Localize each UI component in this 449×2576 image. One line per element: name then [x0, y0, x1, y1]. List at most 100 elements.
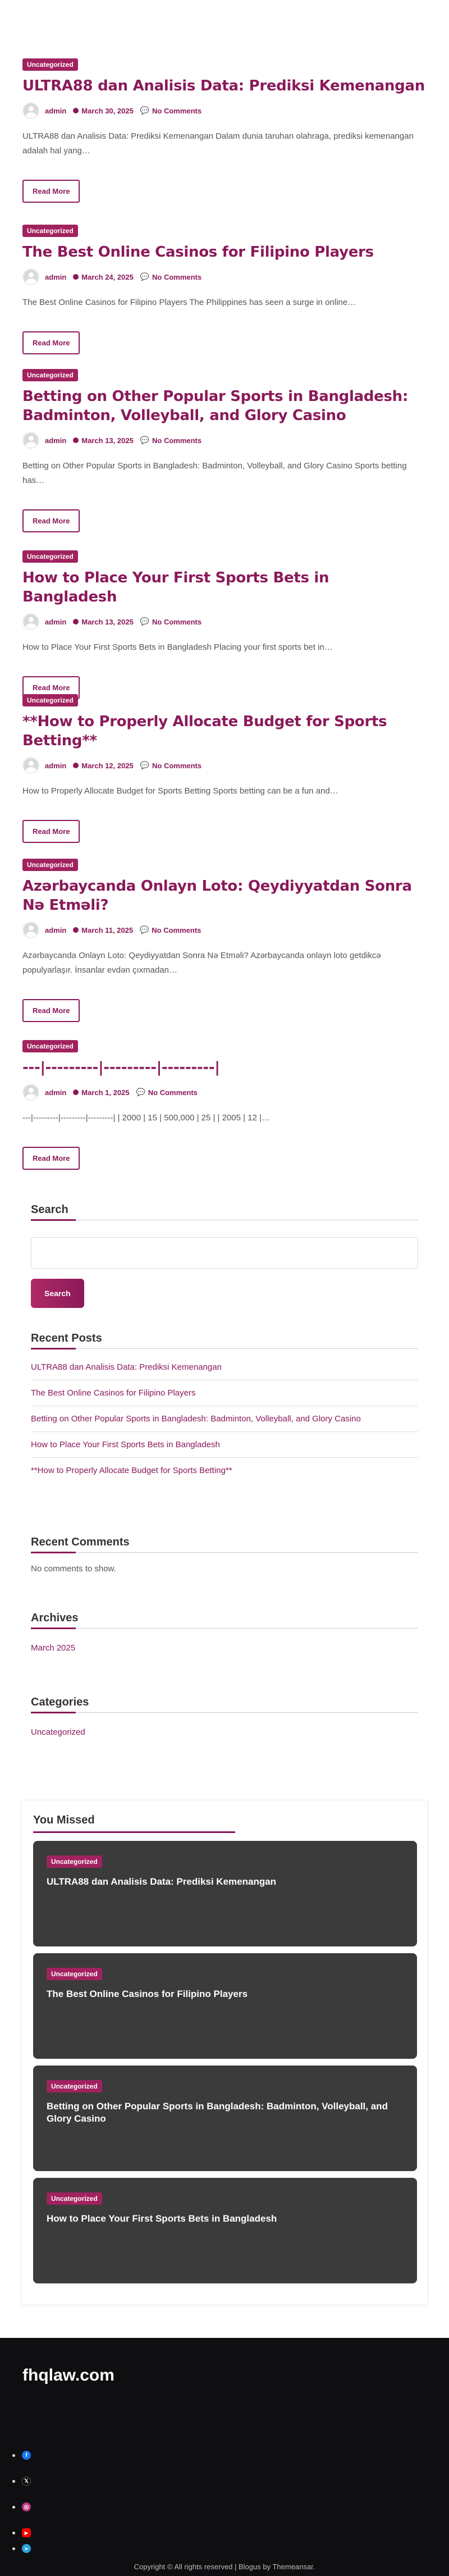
card-title[interactable]: ULTRA88 dan Analisis Data: Prediksi Keme…: [47, 1876, 404, 1888]
avatar[interactable]: [22, 432, 39, 449]
bullet: [12, 2479, 15, 2483]
youtube-icon[interactable]: ▶: [22, 2528, 31, 2537]
post-excerpt: ---|---------|---------|---------| | 200…: [22, 1113, 270, 1123]
post-date[interactable]: March 13, 2025: [81, 436, 134, 445]
search-button[interactable]: Search: [31, 1279, 84, 1308]
social-item[interactable]: 𝕏: [12, 2473, 35, 2490]
social-item[interactable]: ▶: [12, 2524, 35, 2541]
post-title[interactable]: Azərbaycanda Onlayn Loto: Qeydiyyatdan S…: [22, 877, 427, 915]
category-badge[interactable]: Uncategorized: [22, 58, 78, 71]
category-badge[interactable]: Uncategorized: [22, 550, 78, 563]
author-link[interactable]: admin: [45, 618, 66, 626]
comments-link[interactable]: No Comments: [152, 273, 201, 281]
category-badge[interactable]: Uncategorized: [47, 1968, 102, 1980]
recent-post-link[interactable]: Betting on Other Popular Sports in Bangl…: [31, 1406, 418, 1432]
card-title[interactable]: Betting on Other Popular Sports in Bangl…: [47, 2100, 404, 2125]
comments-link[interactable]: No Comments: [152, 926, 201, 934]
search-input[interactable]: [31, 1237, 418, 1269]
recent-post-link[interactable]: The Best Online Casinos for Filipino Pla…: [31, 1380, 418, 1406]
comments-link[interactable]: No Comments: [152, 762, 201, 770]
social-item[interactable]: ◎: [12, 2499, 35, 2515]
category-badge[interactable]: Uncategorized: [22, 1040, 78, 1052]
clock-icon: [73, 927, 79, 933]
comments-icon: 💬: [136, 1088, 145, 1096]
post-date[interactable]: March 1, 2025: [81, 1088, 129, 1097]
missed-card[interactable]: Uncategorized Betting on Other Popular S…: [33, 2066, 417, 2171]
author-link[interactable]: admin: [45, 107, 66, 115]
missed-card[interactable]: Uncategorized ULTRA88 dan Analisis Data:…: [33, 1841, 417, 1946]
facebook-icon[interactable]: f: [22, 2451, 31, 2460]
avatar[interactable]: [22, 268, 39, 285]
comments-link[interactable]: No Comments: [152, 618, 201, 626]
comments-icon: 💬: [140, 925, 149, 934]
post: Uncategorized How to Place Your First Sp…: [22, 550, 427, 699]
post: Uncategorized Azərbaycanda Onlayn Loto: …: [22, 859, 427, 1022]
post-meta: admin March 1, 2025 💬 No Comments: [22, 1084, 427, 1101]
card-title[interactable]: The Best Online Casinos for Filipino Pla…: [47, 1988, 404, 2000]
instagram-icon[interactable]: ◎: [22, 2502, 31, 2511]
comments-icon: 💬: [140, 106, 149, 115]
author-link[interactable]: admin: [45, 273, 66, 281]
category-badge[interactable]: Uncategorized: [22, 369, 78, 381]
avatar[interactable]: [22, 757, 39, 774]
post-date[interactable]: March 12, 2025: [81, 762, 134, 770]
recent-post-link[interactable]: How to Place Your First Sports Bets in B…: [31, 1432, 418, 1458]
post-date[interactable]: March 11, 2025: [81, 926, 133, 934]
author-link[interactable]: admin: [45, 436, 66, 445]
post-date[interactable]: March 13, 2025: [81, 618, 134, 626]
avatar[interactable]: [22, 102, 39, 119]
post-date[interactable]: March 24, 2025: [81, 273, 134, 281]
category-badge[interactable]: Uncategorized: [22, 694, 78, 706]
comments-link[interactable]: No Comments: [152, 436, 201, 445]
read-more-button[interactable]: Read More: [22, 820, 80, 843]
bullet: [12, 2531, 15, 2534]
post-date[interactable]: March 30, 2025: [81, 107, 134, 115]
avatar[interactable]: [22, 613, 39, 630]
site-name[interactable]: fhqlaw.com: [22, 2366, 114, 2385]
post-meta: admin March 24, 2025 💬 No Comments: [22, 268, 427, 285]
post-excerpt: The Best Online Casinos for Filipino Pla…: [22, 298, 356, 307]
read-more-button[interactable]: Read More: [22, 1147, 80, 1170]
post-title[interactable]: ---|---------|---------|---------|: [22, 1058, 427, 1077]
archive-link[interactable]: March 2025: [31, 1643, 418, 1653]
you-missed-section: You Missed Uncategorized ULTRA88 dan Ana…: [21, 1800, 428, 2305]
post-excerpt: ULTRA88 dan Analisis Data: Prediksi Keme…: [22, 131, 414, 156]
comments-link[interactable]: No Comments: [148, 1088, 198, 1097]
missed-card[interactable]: Uncategorized The Best Online Casinos fo…: [33, 1953, 417, 2059]
social-item[interactable]: ➤: [12, 2540, 35, 2557]
post-title[interactable]: ULTRA88 dan Analisis Data: Prediksi Keme…: [22, 76, 427, 95]
x-twitter-icon[interactable]: 𝕏: [22, 2477, 31, 2486]
widget-title: Categories: [31, 1696, 418, 1713]
missed-card[interactable]: Uncategorized How to Place Your First Sp…: [33, 2178, 417, 2283]
read-more-button[interactable]: Read More: [22, 509, 80, 532]
clock-icon: [73, 763, 79, 768]
category-badge[interactable]: Uncategorized: [47, 2080, 102, 2092]
bullet: [12, 2505, 15, 2509]
category-badge[interactable]: Uncategorized: [47, 2192, 102, 2205]
category-badge[interactable]: Uncategorized: [22, 859, 78, 871]
avatar[interactable]: [22, 1084, 39, 1101]
read-more-button[interactable]: Read More: [22, 999, 80, 1022]
social-item[interactable]: f: [12, 2447, 35, 2464]
recent-post-link[interactable]: ULTRA88 dan Analisis Data: Prediksi Keme…: [31, 1355, 418, 1380]
post-title[interactable]: The Best Online Casinos for Filipino Pla…: [22, 243, 427, 262]
author-link[interactable]: admin: [45, 926, 66, 934]
clock-icon: [73, 437, 79, 443]
category-badge[interactable]: Uncategorized: [47, 1855, 102, 1868]
read-more-button[interactable]: Read More: [22, 331, 80, 354]
avatar[interactable]: [22, 922, 39, 938]
clock-icon: [73, 274, 79, 280]
card-title[interactable]: How to Place Your First Sports Bets in B…: [47, 2213, 404, 2225]
recent-post-link[interactable]: **How to Properly Allocate Budget for Sp…: [31, 1458, 418, 1483]
post-title[interactable]: How to Place Your First Sports Bets in B…: [22, 568, 427, 607]
author-link[interactable]: admin: [45, 762, 66, 770]
author-link[interactable]: admin: [45, 1088, 66, 1097]
post-title[interactable]: **How to Properly Allocate Budget for Sp…: [22, 712, 427, 750]
read-more-button[interactable]: Read More: [22, 180, 80, 203]
telegram-icon[interactable]: ➤: [22, 2544, 31, 2553]
comments-link[interactable]: No Comments: [152, 107, 201, 115]
category-link[interactable]: Uncategorized: [31, 1727, 418, 1737]
category-badge[interactable]: Uncategorized: [22, 225, 78, 237]
clock-icon: [73, 619, 79, 624]
post-title[interactable]: Betting on Other Popular Sports in Bangl…: [22, 387, 427, 425]
